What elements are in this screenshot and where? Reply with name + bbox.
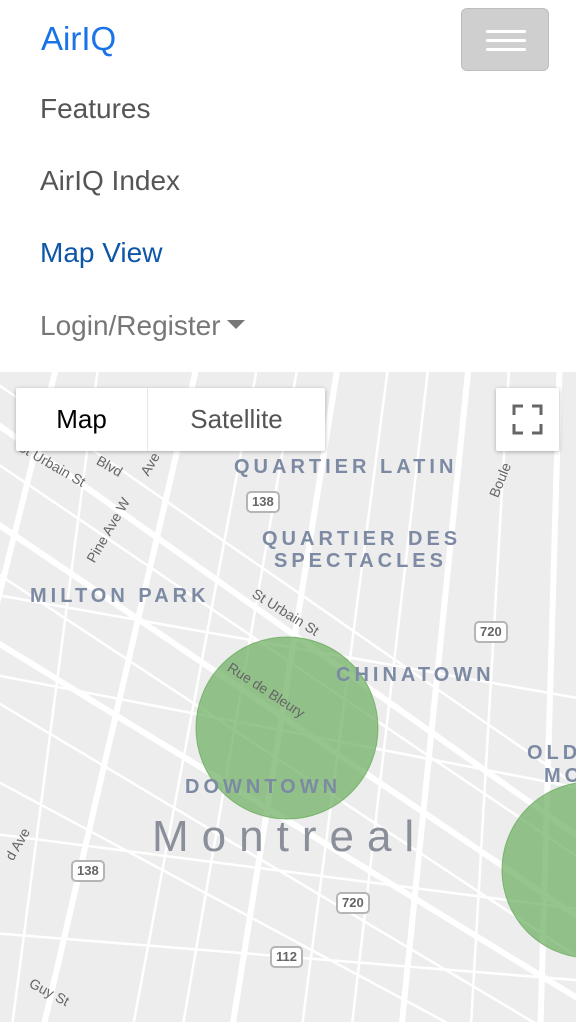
login-register-dropdown[interactable]: Login/Register xyxy=(40,310,245,342)
area-label-quartier-latin: QUARTIER LATIN xyxy=(234,456,458,478)
map-type-satellite-button[interactable]: Satellite xyxy=(148,388,325,451)
highway-shield: 138 xyxy=(71,860,105,882)
hamburger-bar xyxy=(486,48,526,51)
map-view[interactable]: QUARTIER LATIN QUARTIER DES SPECTACLES M… xyxy=(0,372,576,1022)
highway-shield: 112 xyxy=(270,946,303,968)
area-label-downtown: DOWNTOWN xyxy=(185,776,342,798)
area-label-milton-park: MILTON PARK xyxy=(30,585,210,607)
navbar-toggler-button[interactable] xyxy=(461,8,549,71)
area-label-old-2: MO xyxy=(544,765,576,787)
highway-shield: 720 xyxy=(336,892,370,914)
fullscreen-icon xyxy=(512,404,543,435)
area-label-chinatown: CHINATOWN xyxy=(336,664,495,686)
area-label-quartier-des: QUARTIER DES xyxy=(262,528,462,550)
hamburger-menu-icon xyxy=(486,30,526,33)
map-type-control: Map Satellite xyxy=(16,388,325,451)
nav-link-features[interactable]: Features xyxy=(40,93,151,125)
dropdown-label: Login/Register xyxy=(40,310,221,341)
city-label: Montreal xyxy=(152,812,428,861)
highway-shield: 138 xyxy=(246,491,280,513)
nav-link-airiq-index[interactable]: AirIQ Index xyxy=(40,165,180,197)
nav-link-map-view[interactable]: Map View xyxy=(40,237,162,269)
navbar: AirIQ Features AirIQ Index Map View Logi… xyxy=(0,0,576,372)
highway-shield: 720 xyxy=(474,621,508,643)
area-label-spectacles: SPECTACLES xyxy=(274,550,447,572)
brand-logo[interactable]: AirIQ xyxy=(41,20,116,58)
fullscreen-button[interactable] xyxy=(496,388,559,451)
area-label-old: OLD xyxy=(527,742,576,764)
caret-down-icon xyxy=(226,320,245,330)
map-type-map-button[interactable]: Map xyxy=(16,388,148,451)
hamburger-bar xyxy=(486,39,526,42)
